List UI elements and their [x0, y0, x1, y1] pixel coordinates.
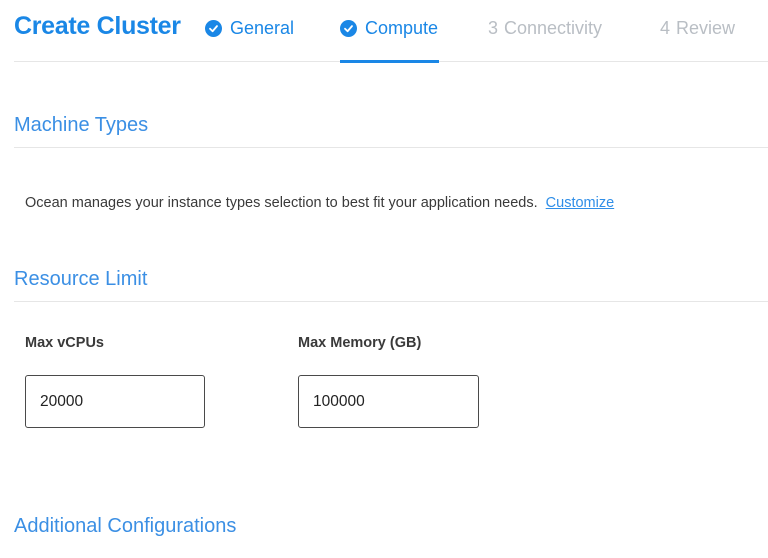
check-circle-icon — [340, 20, 357, 37]
additional-configurations-heading: Additional Configurations — [14, 515, 237, 537]
max-memory-label: Max Memory (GB) — [298, 335, 422, 351]
wizard-header: Create Cluster General Compute 3 Connect… — [0, 0, 768, 63]
page-title: Create Cluster — [14, 12, 181, 40]
step-connectivity[interactable]: 3 Connectivity — [488, 18, 602, 39]
active-step-indicator — [340, 60, 439, 63]
section-divider — [14, 147, 768, 148]
max-vcpus-label: Max vCPUs — [25, 335, 104, 351]
machine-types-heading: Machine Types — [14, 114, 149, 136]
step-label: Connectivity — [504, 18, 603, 38]
description-text: Ocean manages your instance types select… — [25, 195, 538, 211]
step-general[interactable]: General — [205, 18, 294, 39]
step-number: 3 — [488, 18, 499, 38]
step-compute[interactable]: Compute — [340, 18, 438, 39]
machine-types-description: Ocean manages your instance types select… — [25, 195, 614, 211]
resource-limit-heading: Resource Limit — [14, 268, 148, 290]
step-label: Compute — [365, 18, 439, 38]
step-label: Review — [676, 18, 736, 38]
step-number: 4 — [660, 18, 671, 38]
step-label: General — [230, 18, 295, 38]
max-memory-input[interactable] — [298, 375, 479, 428]
section-divider — [14, 301, 768, 302]
step-review[interactable]: 4 Review — [660, 18, 735, 39]
check-circle-icon — [205, 20, 222, 37]
max-vcpus-input[interactable] — [25, 375, 205, 428]
customize-link[interactable]: Customize — [546, 195, 615, 211]
